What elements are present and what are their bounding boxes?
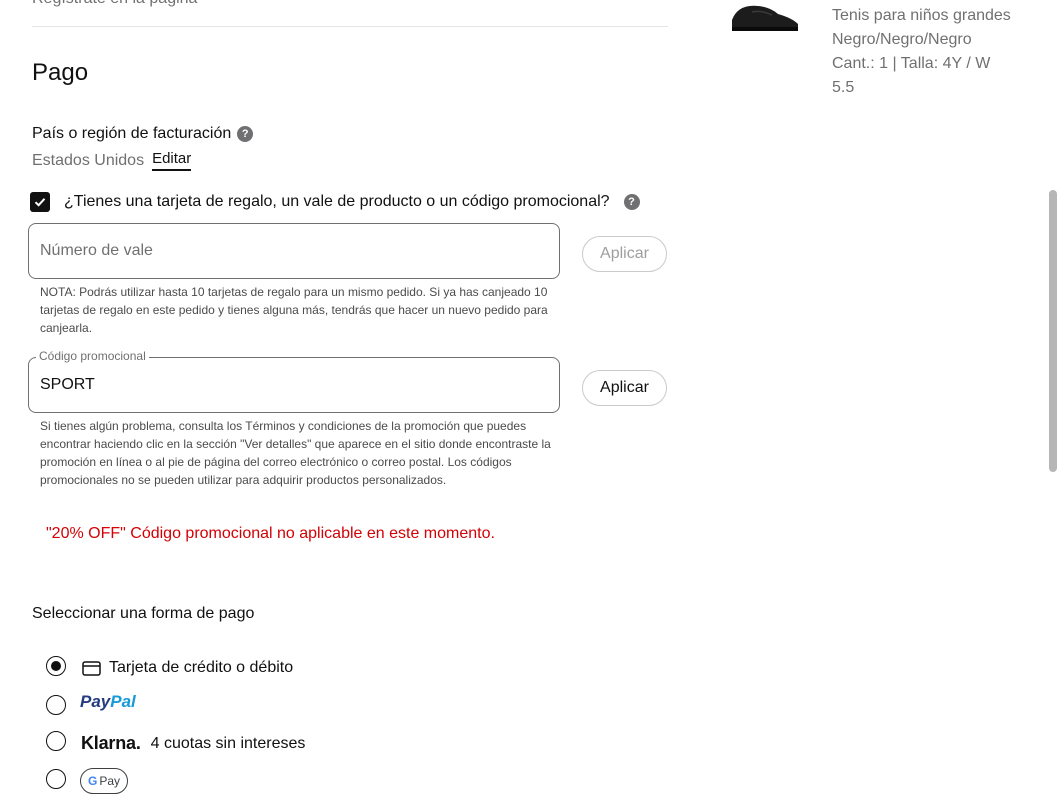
klarna-label: 4 cuotas sin intereses <box>150 734 306 752</box>
promo-note: Si tienes algún problema, consulta los T… <box>40 419 551 487</box>
product-name: Tenis para niños grandes <box>832 7 1011 24</box>
paypal-logo-pal: Pal <box>110 692 136 711</box>
section-divider <box>32 26 668 27</box>
gift-question: ¿Tienes una tarjeta de regalo, un vale d… <box>64 193 610 210</box>
promo-error: "20% OFF" Código promocional no aplicabl… <box>46 525 495 542</box>
radio-gpay[interactable] <box>46 769 66 789</box>
header-cut-text: Regístrate en la página <box>32 0 197 8</box>
google-pay-logo[interactable]: G Pay <box>80 768 128 794</box>
billing-value: Estados Unidos Editar <box>32 150 192 171</box>
check-icon <box>34 198 46 207</box>
scrollbar-thumb[interactable] <box>1049 190 1057 472</box>
help-icon[interactable]: ? <box>237 126 254 142</box>
promo-field[interactable] <box>28 357 560 413</box>
google-g-icon: G <box>87 774 98 788</box>
apply-voucher-button[interactable]: Aplicar <box>582 236 667 272</box>
promo-label: Código promocional <box>36 349 149 363</box>
checkbox-checked[interactable] <box>30 192 50 212</box>
payment-method-heading: Seleccionar una forma de pago <box>32 605 255 622</box>
gpay-label: Pay <box>99 774 121 788</box>
voucher-note: NOTA: Podrás utilizar hasta 10 tarjetas … <box>40 285 548 335</box>
radio-dot <box>51 661 61 671</box>
payment-title: Pago <box>32 59 89 86</box>
billing-label-text: País o región de facturación <box>32 125 232 142</box>
voucher-field[interactable] <box>28 223 560 279</box>
option-card[interactable]: Tarjeta de crédito o débito <box>82 659 293 677</box>
promo-input[interactable]: SPORT <box>40 376 95 394</box>
klarna-logo: Klarna. <box>81 733 141 753</box>
radio-paypal[interactable] <box>46 695 66 715</box>
shoe-thumbnail <box>732 5 798 31</box>
credit-card-icon <box>82 660 101 676</box>
gift-card-toggle[interactable]: ¿Tienes una tarjeta de regalo, un vale d… <box>30 192 640 212</box>
radio-klarna[interactable] <box>46 731 66 751</box>
option-card-label: Tarjeta de crédito o débito <box>109 659 294 676</box>
product-qty-size: Cant.: 1 | Talla: 4Y / W <box>832 55 991 72</box>
voucher-input[interactable] <box>29 224 559 278</box>
paypal-logo[interactable]: PayPal <box>80 692 136 712</box>
paypal-logo-pay: Pay <box>80 692 111 711</box>
option-klarna[interactable]: Klarna. 4 cuotas sin intereses <box>81 733 305 754</box>
product-color: Negro/Negro/Negro <box>832 31 972 48</box>
help-icon[interactable]: ? <box>623 194 640 210</box>
radio-card[interactable] <box>46 656 66 676</box>
billing-country: Estados Unidos <box>32 151 145 169</box>
billing-label: País o región de facturación ? <box>32 125 254 143</box>
product-size-cont: 5.5 <box>832 79 855 96</box>
edit-billing-link[interactable]: Editar <box>152 150 192 171</box>
apply-promo-button[interactable]: Aplicar <box>582 370 667 406</box>
